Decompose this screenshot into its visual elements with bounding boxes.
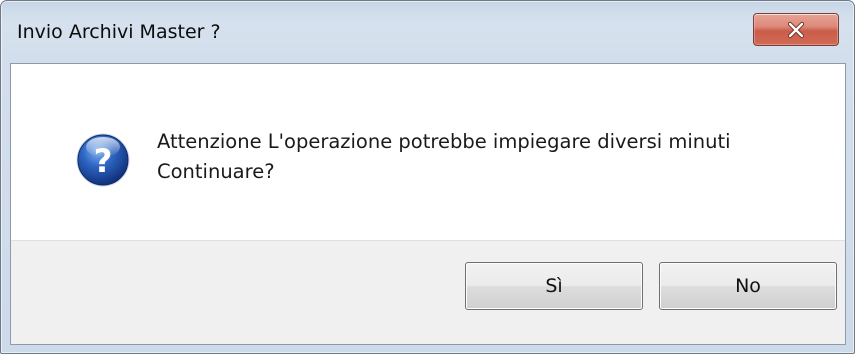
close-button[interactable] [753,13,839,46]
svg-text:?: ? [94,142,113,180]
message-line-2: Continuare? [157,160,275,183]
window-title: Invio Archivi Master ? [17,21,221,43]
dialog-message: Attenzione L'operazione potrebbe impiega… [157,127,731,187]
message-line-1: Attenzione L'operazione potrebbe impiega… [157,130,731,153]
dialog-window: Invio Archivi Master ? ? Attenzione L'op… [0,0,855,354]
button-bar: Sì No [11,240,845,344]
title-bar[interactable]: Invio Archivi Master ? [1,1,854,63]
dialog-body: ? Attenzione L'operazione potrebbe impie… [10,63,846,345]
close-icon [787,21,805,38]
message-area: ? Attenzione L'operazione potrebbe impie… [11,64,845,240]
no-button[interactable]: No [659,262,837,310]
yes-button[interactable]: Sì [465,262,643,310]
question-icon: ? [76,133,130,187]
